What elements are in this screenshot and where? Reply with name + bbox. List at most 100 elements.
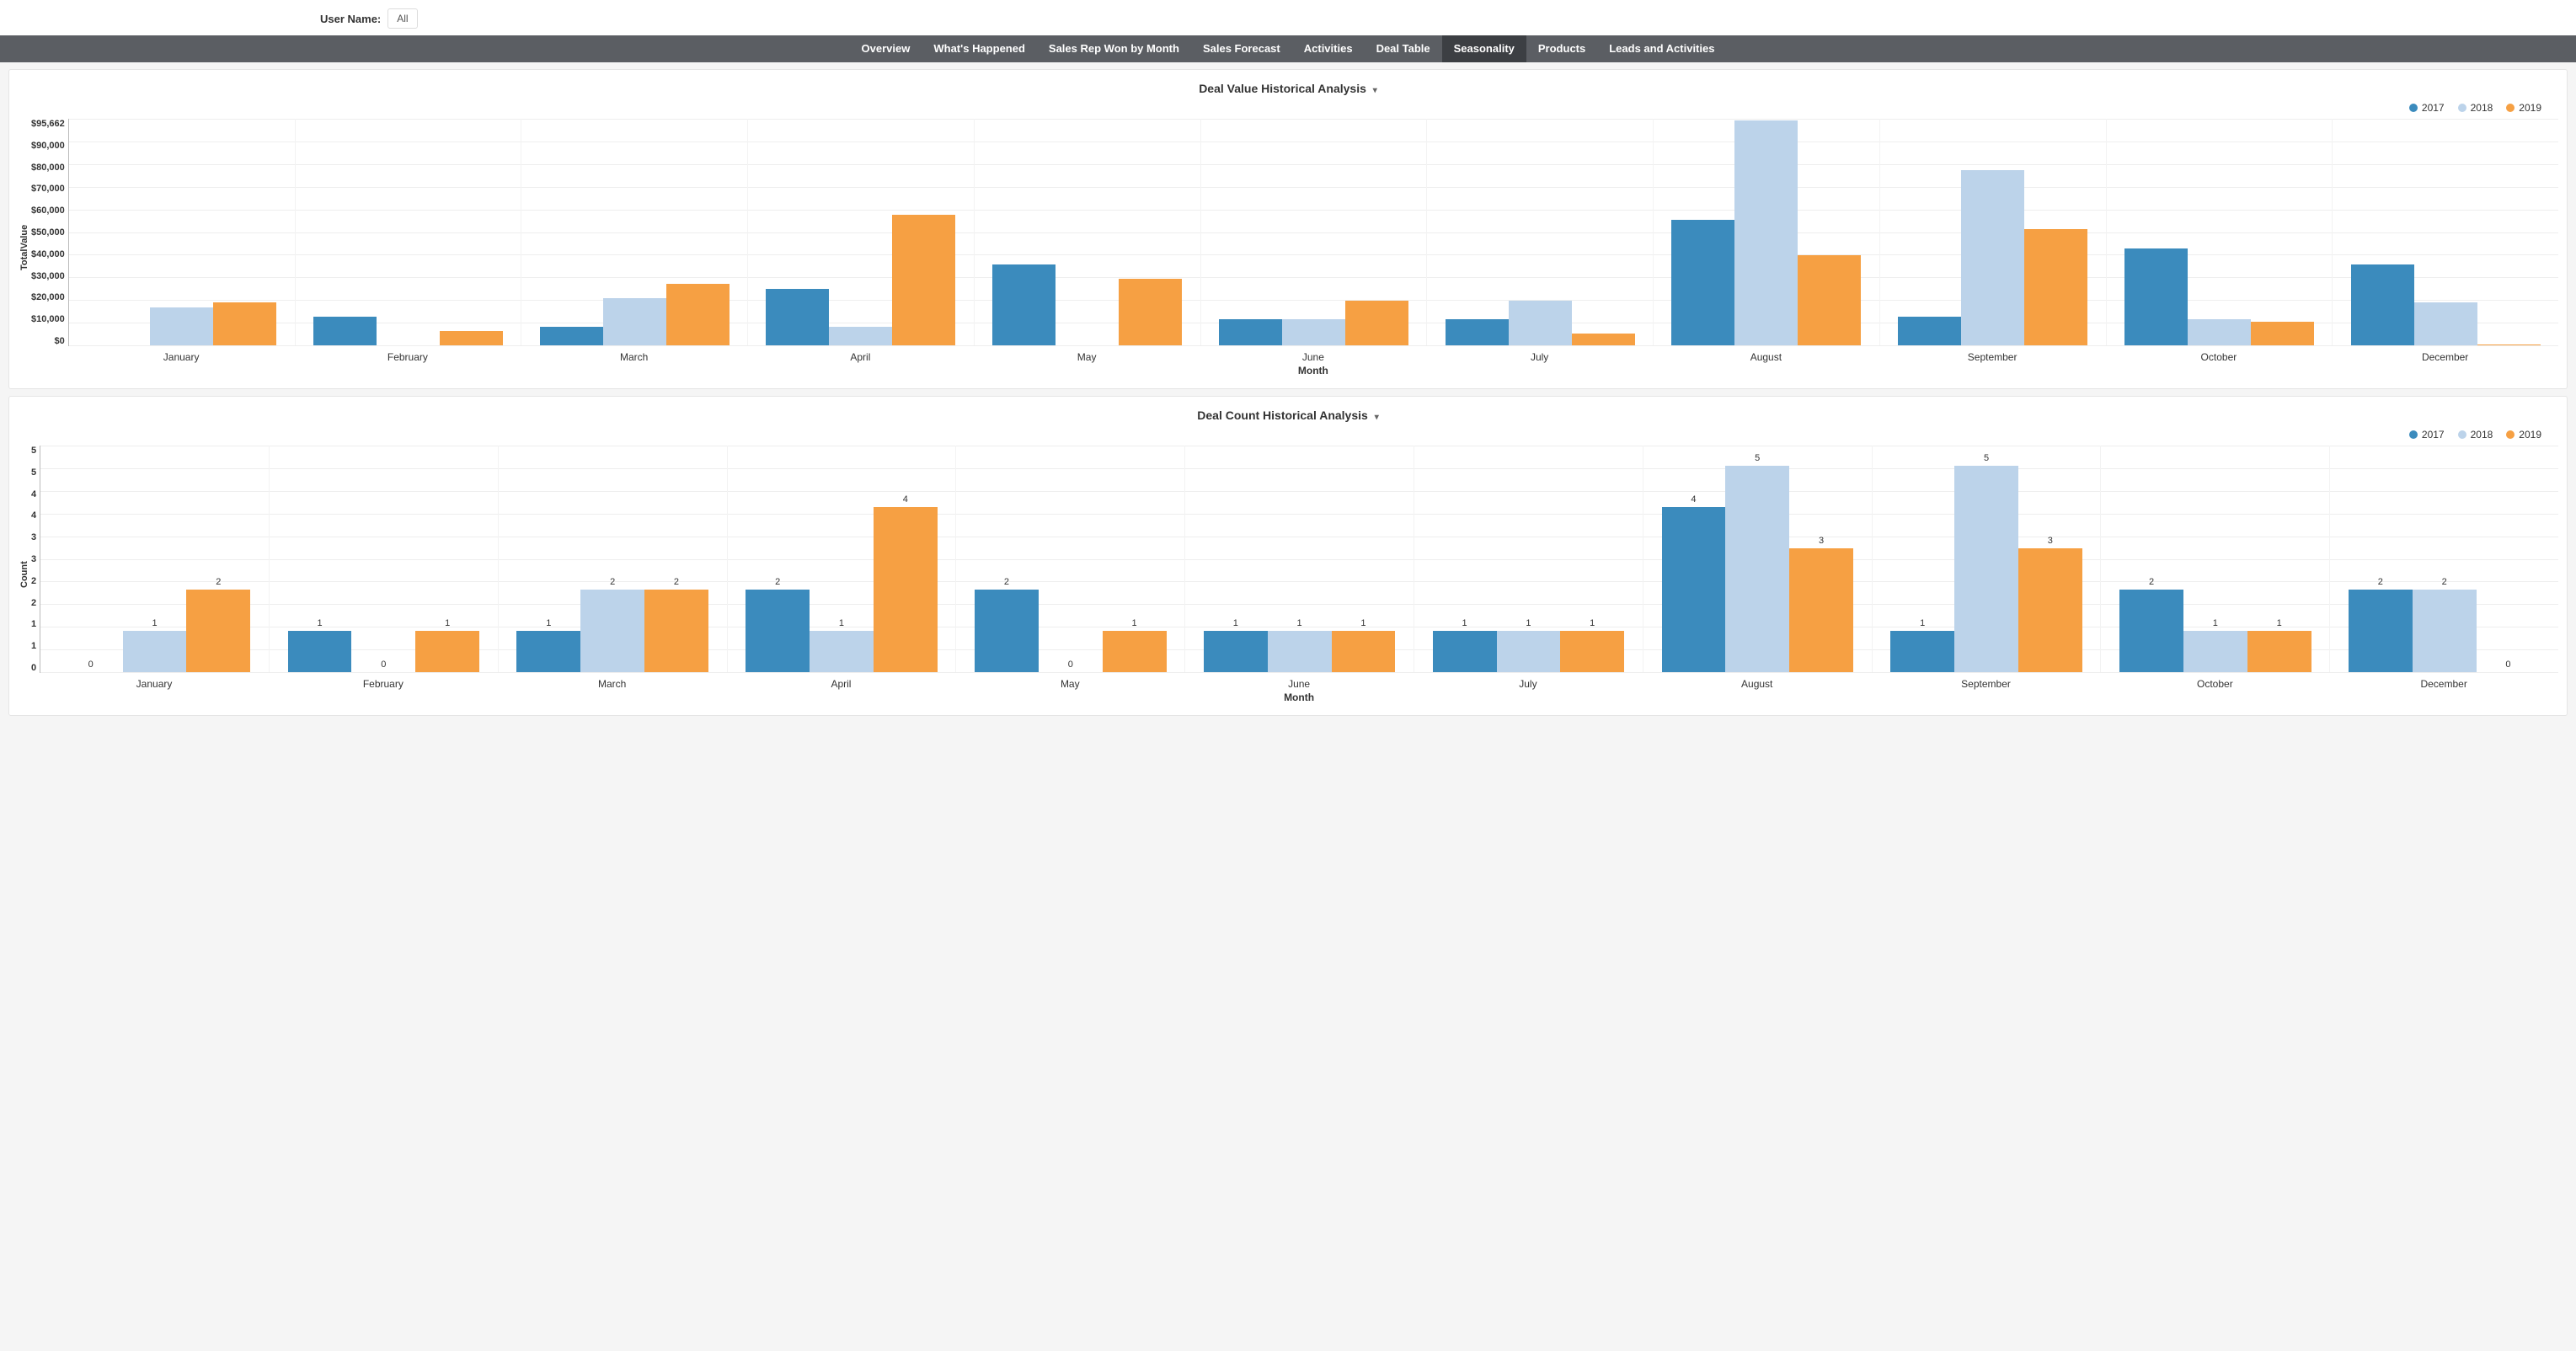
bar-2019[interactable] [2477,344,2541,345]
nav-products[interactable]: Products [1526,35,1597,62]
bar-2017[interactable] [1898,317,1961,345]
bar-2017[interactable] [992,264,1056,345]
bar-2017[interactable] [313,317,377,345]
bar-2017[interactable]: 2 [2349,590,2413,672]
bar-2017[interactable] [2351,264,2414,345]
bar-2018[interactable] [829,327,892,345]
legend-2017[interactable]: 2017 [2409,429,2445,441]
x-tick: July [1426,346,1653,363]
bar-2017[interactable] [1671,220,1734,345]
plot-area[interactable]: 012101122214201111111453153211220 [40,446,2558,673]
bar-2019[interactable] [1345,301,1408,345]
bar-2019[interactable]: 1 [415,631,479,672]
bar-2017[interactable]: 1 [288,631,352,672]
bar-2018[interactable]: 1 [123,631,187,672]
x-tick: April [747,346,974,363]
bar-2019[interactable] [2024,229,2087,345]
bar-value-label: 2 [775,577,780,587]
panel-title[interactable]: Deal Value Historical Analysis ▾ [18,77,2558,99]
bar-2018[interactable] [603,298,666,345]
bar-2019[interactable] [440,331,503,345]
bar-2018[interactable]: 1 [2183,631,2247,672]
legend-2018[interactable]: 2018 [2458,429,2493,441]
category-column [2333,119,2558,345]
x-axis-ticks: JanuaryFebruaryMarchAprilMayJuneJulyAugu… [68,346,2558,363]
bar-2017[interactable] [1219,319,1282,345]
bar-2018[interactable]: 1 [1268,631,1332,672]
bar-value-label: 2 [216,577,221,587]
nav-activities[interactable]: Activities [1292,35,1365,62]
bar-2019[interactable]: 2 [186,590,250,672]
legend-2018[interactable]: 2018 [2458,102,2493,114]
nav-deal-table[interactable]: Deal Table [1365,35,1442,62]
bar-2019[interactable] [2251,322,2314,345]
bar-2018[interactable]: 5 [1954,466,2018,672]
plot-area[interactable] [68,119,2558,346]
bar-2018[interactable] [1282,319,1345,345]
nav-sales-forecast[interactable]: Sales Forecast [1191,35,1292,62]
bar-2017[interactable] [766,289,829,345]
bar-2019[interactable] [1119,279,1182,345]
user-name-select[interactable]: All [387,8,417,29]
bar-2017[interactable]: 1 [1204,631,1268,672]
bar-2019[interactable]: 3 [2018,548,2082,672]
caret-down-icon: ▾ [1373,86,1377,95]
bar-value-label: 1 [2277,618,2282,628]
bar-2018[interactable] [1734,120,1798,345]
bar-2018[interactable]: 1 [1497,631,1561,672]
category-column [521,119,748,345]
bar-2017[interactable] [540,327,603,345]
bar-2019[interactable] [1798,255,1861,345]
nav-seasonality[interactable]: Seasonality [1442,35,1526,62]
bar-2018[interactable] [2414,302,2477,345]
bar-2017[interactable]: 2 [2119,590,2183,672]
bar-2018[interactable] [2188,319,2251,345]
bar-2019[interactable]: 1 [2247,631,2311,672]
y-tick: 1 [31,619,36,629]
bar-2019[interactable]: 1 [1560,631,1624,672]
bar-value-label: 1 [839,618,844,628]
bar-2018[interactable]: 5 [1725,466,1789,672]
bar-2018[interactable]: 1 [810,631,874,672]
legend-2019[interactable]: 2019 [2506,102,2541,114]
y-tick: $20,000 [31,292,65,302]
bar-2017[interactable] [2124,248,2188,345]
bar-2018[interactable] [1961,170,2024,345]
bar-2019[interactable]: 1 [1332,631,1396,672]
legend-2019[interactable]: 2019 [2506,429,2541,441]
legend-2017[interactable]: 2017 [2409,102,2445,114]
bar-2017[interactable]: 1 [1433,631,1497,672]
bar-2018[interactable]: 2 [580,590,644,672]
bar-2018[interactable]: 2 [2413,590,2477,672]
bar-2017[interactable]: 1 [1890,631,1954,672]
bar-value-label: 0 [88,659,94,670]
x-tick: May [974,346,1200,363]
y-tick: $95,662 [31,119,65,129]
filter-bar: User Name: All [0,0,2576,35]
nav-overview[interactable]: Overview [850,35,922,62]
bar-2019[interactable]: 1 [1103,631,1167,672]
bar-2019[interactable] [666,284,730,345]
bar-2019[interactable] [1572,334,1635,345]
bar-2017[interactable]: 1 [516,631,580,672]
bar-2019[interactable] [213,302,276,345]
bar-2019[interactable]: 3 [1789,548,1853,672]
y-tick: 3 [31,554,36,564]
nav-leads-activities[interactable]: Leads and Activities [1597,35,1726,62]
bar-2017[interactable]: 2 [746,590,810,672]
bar-2019[interactable]: 2 [644,590,708,672]
bar-2018[interactable] [150,307,213,345]
bar-value-label: 1 [1233,618,1238,628]
bar-2019[interactable]: 4 [874,507,938,672]
bar-2017[interactable]: 2 [975,590,1039,672]
bar-2019[interactable] [892,215,955,345]
y-tick: 4 [31,510,36,521]
bar-2017[interactable]: 4 [1662,507,1726,672]
nav-whats-happened[interactable]: What's Happened [922,35,1037,62]
bar-2017[interactable] [1446,319,1509,345]
category-column: 111 [1414,446,1643,672]
panel-title[interactable]: Deal Count Historical Analysis ▾ [18,403,2558,425]
bar-2018[interactable] [1509,301,1572,345]
bar-value-label: 3 [1819,536,1824,546]
nav-sales-rep-won[interactable]: Sales Rep Won by Month [1037,35,1191,62]
